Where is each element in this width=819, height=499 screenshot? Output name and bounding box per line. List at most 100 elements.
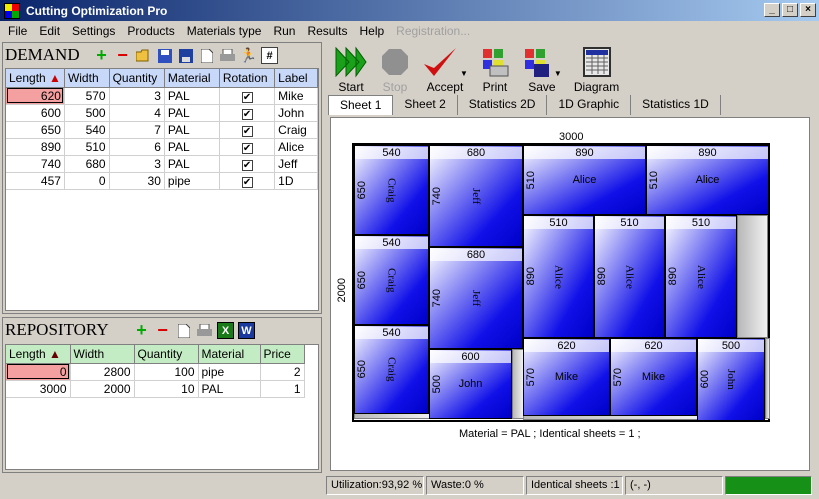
menu-results[interactable]: Results: [301, 24, 353, 38]
menu-file[interactable]: File: [2, 24, 33, 38]
chevron-down-icon[interactable]: ▼: [554, 69, 562, 78]
cut-piece[interactable]: 510 890 Alice: [594, 215, 665, 338]
menu-run[interactable]: Run: [267, 24, 301, 38]
cell-quantity[interactable]: 100: [134, 363, 199, 381]
table-row[interactable]: 620 570 3 PAL ✔ Mike: [6, 87, 318, 105]
new-document-icon[interactable]: [175, 322, 192, 339]
minimize-button[interactable]: _: [764, 3, 780, 17]
cell-width[interactable]: 2800: [70, 363, 135, 381]
start-button[interactable]: Start: [328, 44, 374, 94]
run-icon[interactable]: 🏃: [240, 47, 257, 64]
word-icon[interactable]: W: [238, 322, 255, 339]
cell-label[interactable]: John: [274, 104, 318, 122]
cell-quantity[interactable]: 3: [109, 87, 165, 105]
add-icon[interactable]: +: [133, 320, 150, 340]
cell-width[interactable]: 2000: [70, 380, 135, 398]
cut-piece[interactable]: 620 570 Mike: [610, 338, 697, 416]
cell-material[interactable]: pipe: [164, 172, 220, 190]
tab-statistics-1d[interactable]: Statistics 1D: [631, 95, 721, 115]
chevron-down-icon[interactable]: ▼: [460, 69, 468, 78]
cut-piece[interactable]: 620 570 Mike: [523, 338, 610, 416]
cell-length[interactable]: 457: [6, 172, 65, 190]
save-button[interactable]: ▼ Save: [516, 44, 568, 94]
maximize-button[interactable]: □: [782, 3, 798, 17]
tab-statistics-2d[interactable]: Statistics 2D: [458, 95, 548, 115]
cell-quantity[interactable]: 30: [109, 172, 165, 190]
cell-material[interactable]: PAL: [198, 380, 261, 398]
cut-piece[interactable]: 890 510 Alice: [646, 145, 769, 215]
stop-button[interactable]: Stop: [374, 44, 416, 94]
cut-piece[interactable]: 540 650 Craig: [354, 325, 429, 414]
cut-piece[interactable]: 510 890 Alice: [665, 215, 737, 338]
table-row[interactable]: 600 500 4 PAL ✔ John: [6, 104, 318, 122]
cell-length[interactable]: 650: [6, 121, 65, 139]
rotation-checkbox[interactable]: ✔: [241, 108, 253, 120]
close-button[interactable]: ×: [800, 3, 816, 17]
menu-products[interactable]: Products: [121, 24, 180, 38]
cell-label[interactable]: Mike: [274, 87, 318, 105]
cell-length[interactable]: 890: [6, 138, 65, 156]
new-document-icon[interactable]: [198, 47, 215, 64]
tab-1d-graphic[interactable]: 1D Graphic: [547, 95, 632, 115]
cut-piece[interactable]: 540 650 Craig: [354, 145, 429, 235]
cell-material[interactable]: PAL: [164, 155, 220, 173]
print-button[interactable]: Print: [474, 44, 516, 94]
cell-quantity[interactable]: 7: [109, 121, 165, 139]
cell-length[interactable]: 620: [6, 87, 65, 105]
cell-width[interactable]: 680: [64, 155, 110, 173]
cell-length[interactable]: 0: [6, 363, 71, 381]
save-icon[interactable]: [177, 47, 194, 64]
cut-piece[interactable]: 890 510 Alice: [523, 145, 646, 215]
cell-length[interactable]: 600: [6, 104, 65, 122]
column-header-material[interactable]: Material: [164, 69, 220, 88]
column-header-width[interactable]: Width: [70, 345, 135, 364]
open-folder-icon[interactable]: [135, 47, 152, 64]
tab-sheet-2[interactable]: Sheet 2: [393, 95, 458, 115]
column-header-quantity[interactable]: Quantity: [109, 69, 165, 88]
cell-material[interactable]: PAL: [164, 87, 220, 105]
cell-quantity[interactable]: 4: [109, 104, 165, 122]
remove-icon[interactable]: −: [114, 45, 131, 65]
column-header-material[interactable]: Material: [198, 345, 261, 364]
column-header-quantity[interactable]: Quantity: [134, 345, 199, 364]
cell-width[interactable]: 0: [64, 172, 110, 190]
column-header-rotation[interactable]: Rotation: [219, 69, 276, 88]
rotation-checkbox[interactable]: ✔: [241, 142, 253, 154]
column-header-label[interactable]: Label: [274, 69, 318, 88]
menu-settings[interactable]: Settings: [66, 24, 121, 38]
column-header-price[interactable]: Price: [260, 345, 305, 364]
cut-piece[interactable]: 510 890 Alice: [523, 215, 594, 338]
cell-material[interactable]: PAL: [164, 121, 220, 139]
cut-piece[interactable]: 600 500 John: [429, 349, 512, 419]
cell-material[interactable]: pipe: [198, 363, 261, 381]
table-row[interactable]: 890 510 6 PAL ✔ Alice: [6, 138, 318, 156]
cell-width[interactable]: 510: [64, 138, 110, 156]
remove-icon[interactable]: −: [154, 320, 171, 340]
save-as-icon[interactable]: [156, 47, 173, 64]
table-row[interactable]: 0 2800 100 pipe 2: [6, 363, 305, 381]
cell-material[interactable]: PAL: [164, 138, 220, 156]
menu-materials-type[interactable]: Materials type: [181, 24, 268, 38]
table-row[interactable]: 740 680 3 PAL ✔ Jeff: [6, 155, 318, 173]
diagram-button[interactable]: Diagram: [568, 44, 625, 94]
table-row[interactable]: 650 540 7 PAL ✔ Craig: [6, 121, 318, 139]
cut-piece[interactable]: 500 600 John: [697, 338, 765, 421]
cell-quantity[interactable]: 10: [134, 380, 199, 398]
grid-icon[interactable]: #: [261, 47, 278, 64]
cell-length[interactable]: 3000: [6, 380, 71, 398]
table-row[interactable]: 3000 2000 10 PAL 1: [6, 380, 305, 398]
cut-piece[interactable]: 540 650 Craig: [354, 235, 429, 325]
column-header-length[interactable]: Length ▲: [6, 345, 71, 364]
cut-piece[interactable]: 680 740 Jeff: [429, 145, 523, 247]
menu-edit[interactable]: Edit: [33, 24, 66, 38]
rotation-checkbox[interactable]: ✔: [241, 91, 253, 103]
cell-quantity[interactable]: 3: [109, 155, 165, 173]
print-icon[interactable]: [219, 47, 236, 64]
column-header-length[interactable]: Length ▲: [6, 69, 65, 88]
cell-width[interactable]: 570: [64, 87, 110, 105]
cell-quantity[interactable]: 6: [109, 138, 165, 156]
column-header-width[interactable]: Width: [64, 69, 110, 88]
add-icon[interactable]: +: [93, 45, 110, 65]
cut-piece[interactable]: 680 740 Jeff: [429, 247, 523, 349]
cell-material[interactable]: PAL: [164, 104, 220, 122]
